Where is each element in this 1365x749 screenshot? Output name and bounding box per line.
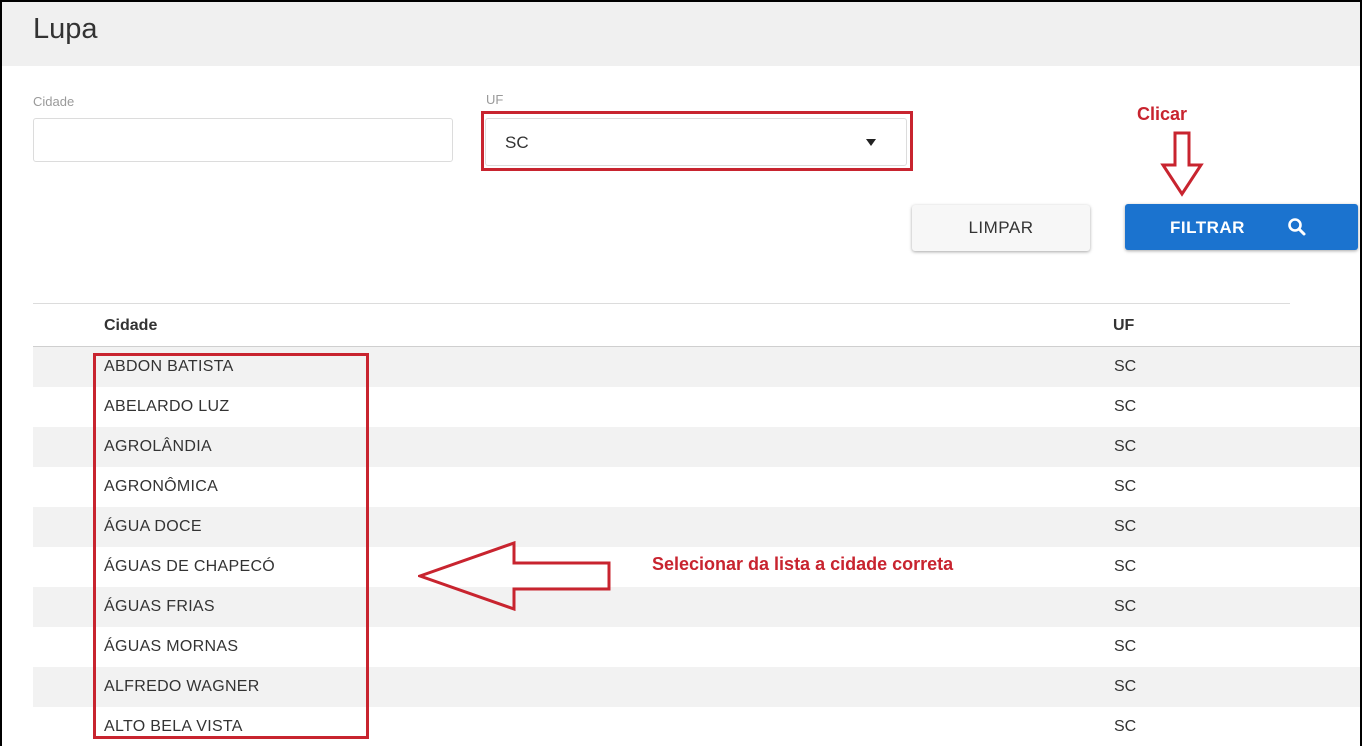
cell-uf: SC [1114, 678, 1137, 695]
cell-cidade: ALTO BELA VISTA [104, 718, 243, 735]
cell-uf: SC [1114, 558, 1137, 575]
cell-cidade: ÁGUA DOCE [104, 518, 202, 535]
uf-selected-value: SC [505, 133, 529, 152]
clicar-annotation: Clicar [1137, 104, 1188, 124]
table-divider [33, 303, 1290, 304]
cell-cidade: ALFREDO WAGNER [104, 678, 260, 695]
table-row[interactable]: ÁGUAS MORNAS SC [33, 627, 1360, 667]
table-row[interactable]: ABDON BATISTA SC [33, 347, 1360, 387]
cell-cidade: ABELARDO LUZ [104, 398, 230, 415]
table-row[interactable]: ALFREDO WAGNER SC [33, 667, 1360, 707]
cell-cidade: ÁGUAS FRIAS [104, 598, 215, 615]
table-row[interactable]: ÁGUA DOCE SC [33, 507, 1360, 547]
dropdown-caret-icon [866, 139, 876, 146]
cell-uf: SC [1114, 358, 1137, 375]
cell-uf: SC [1114, 398, 1137, 415]
table-row[interactable]: AGROLÂNDIA SC [33, 427, 1360, 467]
left-arrow-icon [418, 541, 611, 611]
cell-cidade: ÁGUAS DE CHAPECÓ [104, 558, 276, 575]
cidade-label: Cidade [33, 94, 75, 109]
cell-uf: SC [1114, 718, 1137, 735]
table-row[interactable]: ALTO BELA VISTA SC [33, 707, 1360, 747]
search-icon [1288, 218, 1306, 236]
cell-cidade: ABDON BATISTA [104, 358, 234, 375]
cell-uf: SC [1114, 518, 1137, 535]
table-row[interactable]: AGRONÔMICA SC [33, 467, 1360, 507]
cell-uf: SC [1114, 438, 1137, 455]
cell-uf: SC [1114, 598, 1137, 615]
filtrar-label: FILTRAR [1170, 218, 1245, 237]
down-arrow-icon [1160, 131, 1204, 197]
page-title: Lupa [33, 13, 98, 45]
limpar-button[interactable]: LIMPAR [912, 205, 1090, 251]
uf-label: UF [486, 92, 504, 107]
city-table-body: ABDON BATISTA SC ABELARDO LUZ SC AGROLÂN… [33, 347, 1360, 747]
page-header: Lupa [2, 2, 1360, 66]
cidade-input[interactable] [33, 118, 453, 162]
column-header-uf[interactable]: UF [1113, 317, 1134, 335]
cell-cidade: AGRONÔMICA [104, 478, 219, 495]
cell-cidade: AGROLÂNDIA [104, 438, 212, 455]
cell-cidade: ÁGUAS MORNAS [104, 638, 239, 655]
column-header-cidade[interactable]: Cidade [104, 317, 157, 335]
table-row[interactable]: ABELARDO LUZ SC [33, 387, 1360, 427]
filtrar-button[interactable]: FILTRAR [1125, 204, 1358, 250]
selecionar-annotation: Selecionar da lista a cidade correta [652, 554, 954, 574]
uf-select[interactable]: SC [485, 118, 907, 166]
cell-uf: SC [1114, 478, 1137, 495]
cell-uf: SC [1114, 638, 1137, 655]
table-row[interactable]: ÁGUAS FRIAS SC [33, 587, 1360, 627]
